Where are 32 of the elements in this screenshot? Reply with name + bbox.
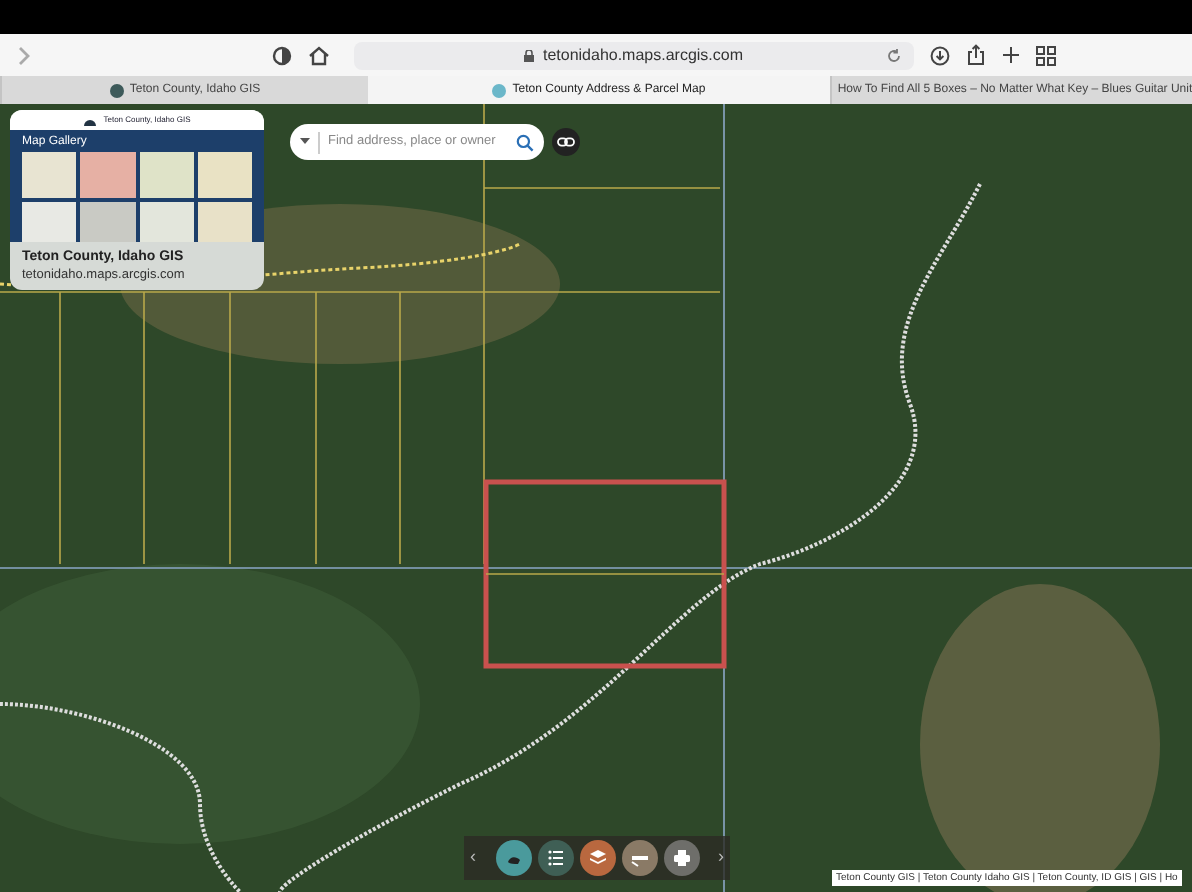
- layers-icon: [587, 848, 607, 868]
- next-arrow[interactable]: ›: [718, 844, 724, 872]
- dropdown-caret-icon[interactable]: [300, 138, 310, 146]
- home-icon[interactable]: [308, 45, 330, 65]
- thumbnail: [139, 202, 194, 242]
- search-icon[interactable]: [516, 133, 534, 151]
- thumbnail: [197, 152, 252, 198]
- previous-arrow[interactable]: ‹: [470, 844, 476, 872]
- site-icon: [109, 83, 124, 97]
- plus-icon[interactable]: [1002, 46, 1020, 64]
- download-icon[interactable]: [930, 45, 950, 65]
- share-icon[interactable]: [966, 44, 986, 66]
- tool-button[interactable]: [537, 840, 573, 876]
- site-icon: [492, 83, 507, 97]
- thumbnail: [80, 152, 135, 198]
- lock-icon: [524, 49, 535, 61]
- thumbnail: [197, 202, 252, 242]
- thumbnail: [139, 152, 194, 198]
- thumbnail: [22, 202, 77, 242]
- shield-icon[interactable]: [272, 45, 292, 65]
- logo-icon: [83, 115, 96, 125]
- tool-button[interactable]: [621, 840, 657, 876]
- thumbnail: [22, 152, 77, 198]
- grid-icon[interactable]: [1036, 45, 1056, 65]
- address-bar[interactable]: tetonidaho.maps.arcgis.com: [354, 41, 914, 69]
- tool-button[interactable]: [663, 840, 699, 876]
- list-icon: [545, 848, 565, 868]
- url-text: tetonidaho.maps.arcgis.com: [542, 43, 744, 67]
- tool-button[interactable]: [579, 840, 615, 876]
- reload-icon[interactable]: [886, 47, 902, 63]
- link-icon[interactable]: [552, 128, 580, 156]
- thumbnail: [80, 202, 135, 242]
